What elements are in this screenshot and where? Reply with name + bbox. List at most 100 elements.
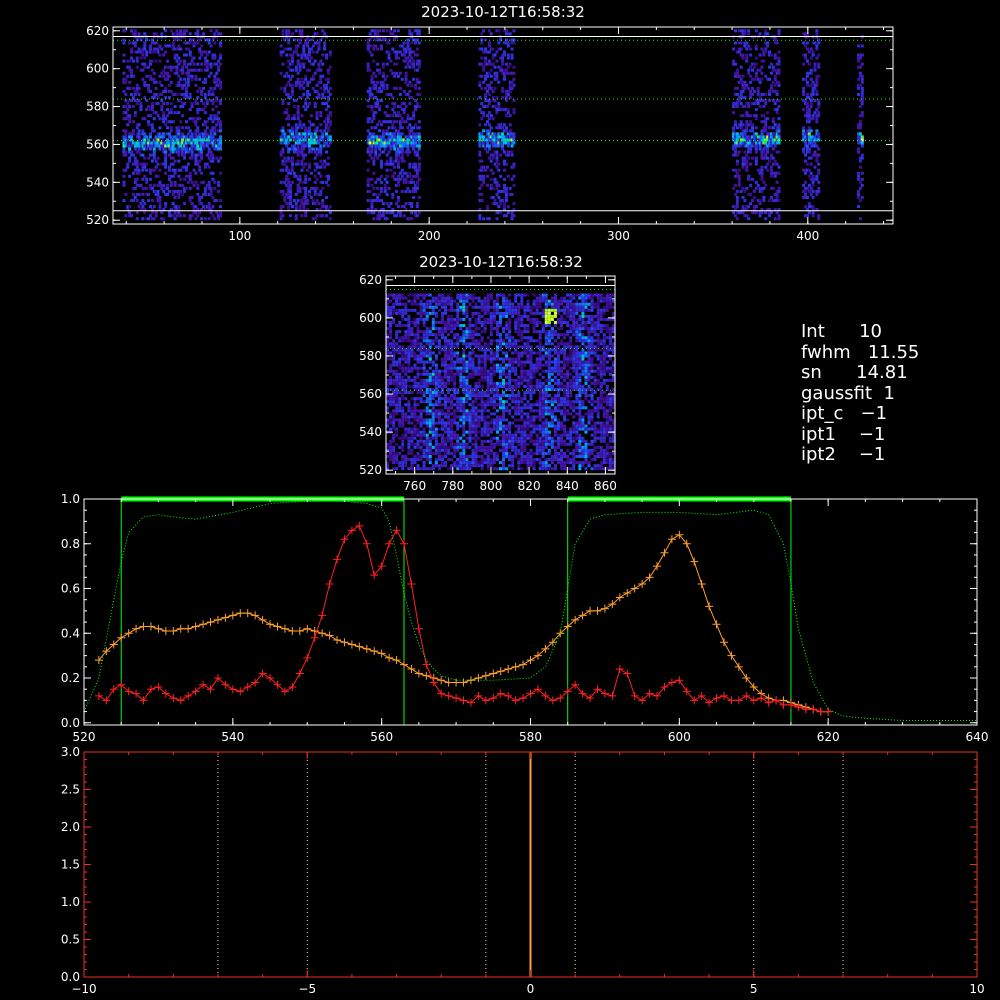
heatmap-cell [381,129,385,133]
heatmap-cell [465,445,469,449]
heatmap-cell [802,41,806,45]
heatmap-cell [807,202,811,206]
heatmap-cell [858,83,862,87]
heatmap-cell [437,442,441,446]
heatmap-cell [858,199,862,203]
heatmap-cell [471,293,475,297]
heatmap-cell [813,135,817,139]
heatmap-cell [434,433,438,437]
heatmap-cell [754,186,758,190]
heatmap-cell [398,293,402,297]
y-tick-label: 620 [86,24,109,38]
heatmap-cell [400,153,404,157]
heatmap-cell [177,192,181,196]
heatmap-cell [398,114,402,118]
heatmap-cell [422,427,426,431]
heatmap-cell [434,372,438,376]
heatmap-cell [450,357,454,361]
heatmap-cell [471,412,475,416]
heatmap-cell [741,211,745,215]
heatmap-cell [474,451,478,455]
heatmap-cell [751,199,755,203]
heatmap-cell [415,186,419,190]
heatmap-cell [482,129,486,133]
heatmap-cell [141,53,145,57]
heatmap-cell [807,168,811,172]
heatmap-cell [398,320,402,324]
heatmap-cell [739,65,743,69]
heatmap-cell [308,50,311,54]
heatmap-cell [289,47,293,51]
heatmap-cell [141,168,145,172]
heatmap-cell [425,293,429,297]
heatmap-cell [480,159,484,163]
heatmap-cell [128,65,132,69]
heatmap-cell [434,415,438,419]
heatmap-cell [453,430,457,434]
heatmap-cell [459,308,463,312]
heatmap-cell [175,65,179,69]
heatmap-cell [857,86,861,90]
heatmap-cell [860,53,864,57]
heatmap-cell [764,211,768,215]
heatmap-cell [323,129,327,133]
heatmap-cell [733,62,737,66]
heatmap-cell [447,366,451,370]
heatmap-cell [764,165,768,169]
heatmap-cell [209,71,213,75]
heatmap-cell [308,162,311,166]
heatmap-cell [160,47,164,51]
heatmap-cell [135,199,139,203]
heatmap-cell [416,442,420,446]
heatmap-cell [510,192,514,196]
heatmap-cell [311,147,315,151]
heatmap-cell [425,400,429,404]
heatmap-cell [392,458,396,462]
heatmap-cell [811,92,815,96]
heatmap-cell [128,86,132,90]
heatmap-cell [167,168,171,172]
heatmap-cell [732,126,736,130]
heatmap-cell [190,150,194,154]
heatmap-cell [389,308,393,312]
heatmap-cell [398,324,402,328]
heatmap-cell [313,102,317,106]
heatmap-cell [419,293,423,297]
heatmap-cell [752,195,756,199]
heatmap-cell [201,147,205,151]
heatmap-cell [158,147,162,151]
heatmap-cell [815,192,819,196]
heatmap-cell [735,199,739,203]
heatmap-cell [325,102,329,106]
heatmap-cell [290,168,294,172]
heatmap-cell [450,360,454,364]
heatmap-cell [160,211,164,215]
heatmap-cell [459,455,463,459]
heatmap-cell [404,302,408,306]
heatmap-cell [156,50,160,54]
heatmap-cell [809,192,813,196]
heatmap-cell [401,314,405,318]
heatmap-cell [417,162,421,166]
heatmap-cell [410,464,414,468]
heatmap-cell [450,458,454,462]
heatmap-cell [419,357,423,361]
heatmap-cell [858,56,862,60]
heatmap-cell [145,147,149,151]
heatmap-cell [434,409,438,413]
heatmap-cell [408,165,412,169]
heatmap-cell [440,299,444,303]
heatmap-cell [749,89,753,93]
heatmap-cell [171,162,175,166]
heatmap-cell [431,305,435,309]
heatmap-cell [493,162,497,166]
heatmap-cell [857,189,861,193]
heatmap-cell [419,366,423,370]
heatmap-cell [434,378,438,382]
heatmap-cell [407,348,411,352]
heatmap-cell [400,189,404,193]
heatmap-cell [389,378,393,382]
heatmap-cell [459,381,463,385]
heatmap-cell [428,299,432,303]
heatmap-cell [183,177,187,181]
